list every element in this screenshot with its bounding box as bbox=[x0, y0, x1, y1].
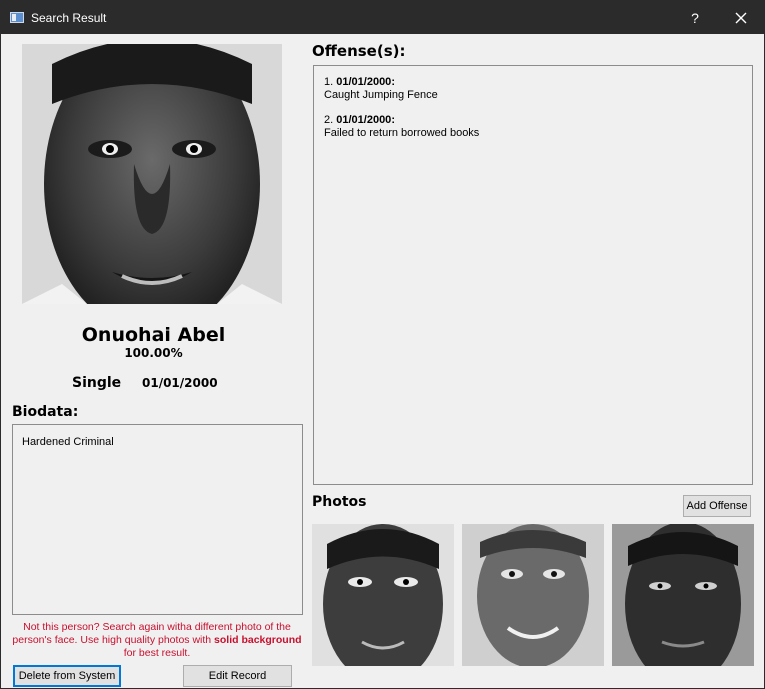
hint-text-2: for best result. bbox=[123, 647, 191, 659]
window-title: Search Result bbox=[31, 11, 107, 25]
biodata-heading: Biodata: bbox=[12, 404, 79, 420]
app-icon bbox=[10, 12, 24, 23]
close-icon bbox=[735, 12, 747, 24]
close-button[interactable] bbox=[726, 5, 756, 31]
offense-number: 1. bbox=[324, 76, 334, 88]
profile-photo bbox=[22, 44, 282, 304]
offense-date: 01/01/2000 bbox=[336, 76, 392, 88]
photo-thumbnail[interactable] bbox=[312, 524, 454, 666]
person-name: Onuohai Abel bbox=[81, 324, 226, 346]
offense-description: Caught Jumping Fence bbox=[324, 89, 438, 101]
photo-thumbnail[interactable] bbox=[612, 524, 754, 666]
help-button[interactable]: ? bbox=[680, 5, 710, 31]
hint-bold: solid background bbox=[214, 634, 302, 646]
title-bar: Search Result ? bbox=[1, 1, 764, 34]
offense-list[interactable]: 1. 01/01/2000: Caught Jumping Fence 2. 0… bbox=[313, 65, 753, 485]
search-hint: Not this person? Search again witha diff… bbox=[9, 621, 305, 660]
offense-item: 2. 01/01/2000: Failed to return borrowed… bbox=[324, 114, 480, 139]
edit-record-button[interactable]: Edit Record bbox=[183, 665, 292, 687]
offense-description: Failed to return borrowed books bbox=[324, 127, 480, 139]
marital-status: Single bbox=[72, 375, 122, 391]
photos-heading: Photos bbox=[312, 494, 367, 510]
biodata-text-area[interactable]: Hardened Criminal bbox=[12, 424, 303, 615]
match-percentage: 100.00% bbox=[124, 346, 183, 360]
photo-thumbnail[interactable] bbox=[462, 524, 604, 666]
offense-date: 01/01/2000 bbox=[336, 114, 392, 126]
search-result-window: Search Result ? Onuohai Abel 100.00% Sin… bbox=[0, 0, 765, 689]
offense-item: 1. 01/01/2000: Caught Jumping Fence bbox=[324, 76, 438, 101]
delete-from-system-button[interactable]: Delete from System bbox=[13, 665, 121, 687]
offenses-heading: Offense(s): bbox=[312, 42, 406, 60]
offense-number: 2. bbox=[324, 114, 334, 126]
add-offense-button[interactable]: Add Offense bbox=[683, 495, 751, 517]
biodata-text: Hardened Criminal bbox=[22, 436, 114, 448]
date-of-birth: 01/01/2000 bbox=[142, 376, 218, 390]
